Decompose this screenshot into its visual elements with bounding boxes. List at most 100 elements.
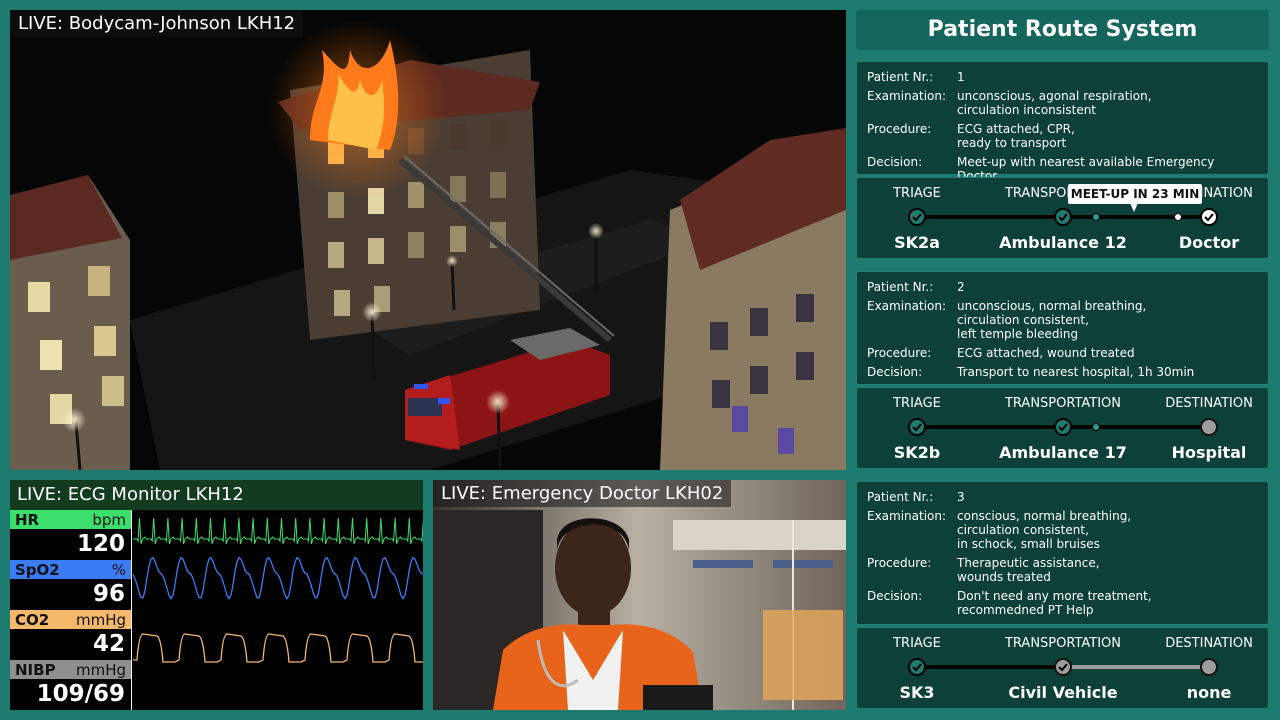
examination-label: Examination: xyxy=(867,299,947,313)
procedure-label: Procedure: xyxy=(867,556,932,570)
vital-hr-name: HR xyxy=(15,510,40,529)
procedure-row: Procedure: Therapeutic assistance, wounds… xyxy=(867,556,1258,584)
route-tracker-2[interactable]: TRIAGE TRANSPORTATION DESTINATION SK2b A… xyxy=(856,387,1269,469)
decision-value: Transport to nearest hospital, 1h 30min xyxy=(957,365,1195,379)
route-tracker-1[interactable]: TRIAGE TRANSPORTATION DESTINATION MEET-U… xyxy=(856,177,1269,259)
destination-value: Doctor xyxy=(1178,233,1240,252)
vital-co2-unit: mmHg xyxy=(75,610,126,629)
examination-value: unconscious, normal breathing, circulati… xyxy=(957,299,1147,341)
patient-nr-value: 2 xyxy=(957,280,965,294)
transport-check-icon[interactable] xyxy=(1054,208,1072,226)
spo2-waveform xyxy=(133,556,423,600)
waveform-area xyxy=(133,517,423,663)
transportation-value: Civil Vehicle xyxy=(1008,683,1118,702)
vital-co2-value: 42 xyxy=(92,631,125,657)
patient-nr-value: 1 xyxy=(957,70,965,84)
route-waypoint xyxy=(1174,213,1182,221)
vital-spo2-unit: % xyxy=(111,560,126,579)
bodycam-feed-label: LIVE: Bodycam-Johnson LKH12 xyxy=(10,10,304,37)
co2-waveform xyxy=(133,633,423,663)
emergency-doctor-feed[interactable]: LIVE: Emergency Doctor LKH02 xyxy=(433,480,846,710)
destination-label: DESTINATION xyxy=(1165,396,1253,411)
procedure-value: ECG attached, CPR, ready to transport xyxy=(957,122,1075,150)
ecg-monitor-label: LIVE: ECG Monitor LKH12 xyxy=(10,480,423,510)
vitals-divider xyxy=(131,510,132,710)
triage-check-icon[interactable] xyxy=(908,658,926,676)
examination-value: unconscious, agonal respiration, circula… xyxy=(957,89,1152,117)
vital-nibp: NIBP mmHg 109/69 xyxy=(10,660,131,710)
triage-check-icon[interactable] xyxy=(908,418,926,436)
triage-check-icon[interactable] xyxy=(908,208,926,226)
examination-value: conscious, normal breathing, circulation… xyxy=(957,509,1132,551)
decision-value: Don't need any more treatment, recommedn… xyxy=(957,589,1152,617)
vital-nibp-value: 109/69 xyxy=(36,681,125,707)
patient-nr-row: Patient Nr.: 1 xyxy=(867,70,1258,84)
triage-label: TRIAGE xyxy=(893,396,941,411)
patient-card-1[interactable]: Patient Nr.: 1 Examination: unconscious, a… xyxy=(856,61,1269,183)
transportation-label: TRANSPORTATION xyxy=(1004,636,1122,651)
patient-nr-label: Patient Nr.: xyxy=(867,70,934,84)
examination-label: Examination: xyxy=(867,509,947,523)
bodycam-scene xyxy=(10,10,846,470)
bodycam-feed[interactable]: LIVE: Bodycam-Johnson LKH12 xyxy=(10,10,846,470)
decision-row: Decision: Don't need any more treatment, … xyxy=(867,589,1258,617)
examination-row: Examination: unconscious, normal breathin… xyxy=(867,299,1258,341)
transportation-value: Ambulance 17 xyxy=(999,443,1127,462)
destination-label: DESTINATION xyxy=(1165,636,1253,651)
decision-label: Decision: xyxy=(867,589,923,603)
patient-card-3[interactable]: Patient Nr.: 3 Examination: conscious, nor… xyxy=(856,481,1269,625)
procedure-row: Procedure: ECG attached, CPR, ready to tr… xyxy=(867,122,1258,150)
destination-value: none xyxy=(1186,683,1232,702)
route-pending-line xyxy=(1063,665,1209,669)
patient-card-2[interactable]: Patient Nr.: 2 Examination: unconscious, n… xyxy=(856,271,1269,385)
procedure-label: Procedure: xyxy=(867,122,932,136)
vital-co2-name: CO2 xyxy=(15,610,50,629)
destination-pending-icon[interactable] xyxy=(1200,418,1218,436)
vital-spo2-name: SpO2 xyxy=(15,560,60,579)
system-title: Patient Route System xyxy=(856,10,1269,50)
examination-row: Examination: conscious, normal breathing,… xyxy=(867,509,1258,551)
hr-waveform xyxy=(133,517,423,545)
triage-label: TRIAGE xyxy=(893,186,941,201)
destination-value: Hospital xyxy=(1171,443,1247,462)
triage-label: TRIAGE xyxy=(893,636,941,651)
vital-nibp-header: NIBP mmHg xyxy=(10,660,131,679)
triage-value: SK2b xyxy=(893,443,941,462)
route-progress-line xyxy=(917,665,1063,669)
patient-nr-row: Patient Nr.: 3 xyxy=(867,490,1258,504)
procedure-value: ECG attached, wound treated xyxy=(957,346,1135,360)
route-waypoint xyxy=(1092,213,1100,221)
transportation-value: Ambulance 12 xyxy=(999,233,1127,252)
examination-row: Examination: unconscious, agonal respirat… xyxy=(867,89,1258,117)
vital-spo2-value: 96 xyxy=(92,581,125,607)
transportation-label: TRANSPORTATION xyxy=(1004,396,1122,411)
transport-check-icon[interactable] xyxy=(1054,658,1072,676)
vital-nibp-name: NIBP xyxy=(15,660,56,679)
ecg-monitor-feed[interactable]: LIVE: ECG Monitor LKH12 HR bpm 120 SpO2 … xyxy=(10,480,423,710)
meetup-tooltip: MEET-UP IN 23 MIN xyxy=(1068,184,1202,204)
triage-value: SK2a xyxy=(894,233,940,252)
route-tracker-3[interactable]: TRIAGE TRANSPORTATION DESTINATION SK3 Ci… xyxy=(856,627,1269,709)
destination-check-icon[interactable] xyxy=(1200,208,1218,226)
patient-nr-label: Patient Nr.: xyxy=(867,490,934,504)
route-waypoint xyxy=(1092,423,1100,431)
transport-check-icon[interactable] xyxy=(1054,418,1072,436)
vital-hr: HR bpm 120 xyxy=(10,510,131,560)
procedure-label: Procedure: xyxy=(867,346,932,360)
vital-nibp-unit: mmHg xyxy=(75,660,126,679)
vital-co2-header: CO2 mmHg xyxy=(10,610,131,629)
meetup-tooltip-pointer xyxy=(1130,203,1138,212)
patient-nr-value: 3 xyxy=(957,490,965,504)
emergency-doctor-label: LIVE: Emergency Doctor LKH02 xyxy=(433,480,732,507)
patient-nr-row: Patient Nr.: 2 xyxy=(867,280,1258,294)
decision-label: Decision: xyxy=(867,365,923,379)
patient-nr-label: Patient Nr.: xyxy=(867,280,934,294)
vital-spo2-header: SpO2 % xyxy=(10,560,131,579)
destination-pending-icon[interactable] xyxy=(1200,658,1218,676)
decision-row: Decision: Transport to nearest hospital, … xyxy=(867,365,1258,379)
vital-spo2: SpO2 % 96 xyxy=(10,560,131,610)
triage-value: SK3 xyxy=(899,683,935,702)
vital-hr-unit: bpm xyxy=(92,510,126,529)
procedure-row: Procedure: ECG attached, wound treated xyxy=(867,346,1258,360)
procedure-value: Therapeutic assistance, wounds treated xyxy=(957,556,1100,584)
